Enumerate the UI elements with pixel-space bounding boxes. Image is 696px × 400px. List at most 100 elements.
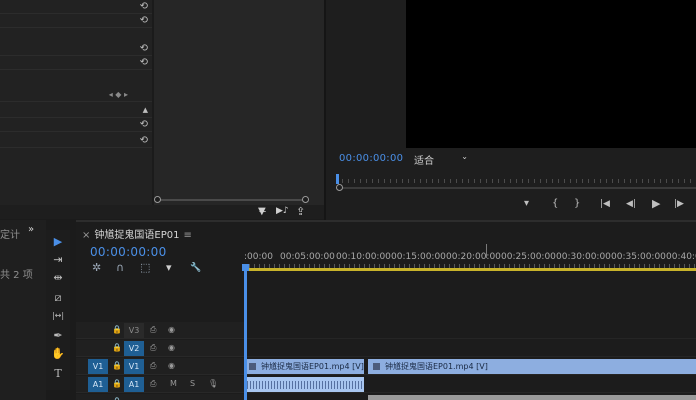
zoom-handle[interactable] xyxy=(336,184,343,191)
chevron-down-icon: ⌄ xyxy=(461,152,468,161)
pen-tool-icon[interactable]: ✒ xyxy=(50,328,66,344)
program-monitor: 00:00:00:00 适合 ⌄ ▾ { } |◀ ◀| ▶ |▶ xyxy=(326,0,696,220)
source-patch-v1[interactable]: V1 xyxy=(88,359,108,374)
reset-icon[interactable]: ⟲ xyxy=(140,118,148,131)
slip-tool-icon[interactable]: |↔| xyxy=(50,308,66,324)
add-marker-icon[interactable]: ▾ xyxy=(166,262,172,274)
timeline-marker[interactable] xyxy=(486,244,487,258)
scroll-end-handle[interactable] xyxy=(302,196,309,203)
lock-icon[interactable]: 🔒 xyxy=(112,324,122,336)
video-clip[interactable]: 钟馗捉鬼国语EP01.mp4 [V] xyxy=(368,359,696,374)
audio-clip[interactable] xyxy=(244,377,364,392)
lock-icon[interactable]: 🔒 xyxy=(112,342,122,354)
fx-row: ◂ ◆ ▸ xyxy=(0,88,152,102)
fx-row: ⟲ xyxy=(0,56,152,70)
mute-button[interactable]: M xyxy=(170,378,177,390)
eye-icon[interactable]: ◉ xyxy=(168,324,175,336)
ruler-tick-label: 00:30:00:00 xyxy=(556,252,611,262)
reset-icon[interactable]: ⟲ xyxy=(140,0,148,13)
sync-lock-icon[interactable]: ⎙ xyxy=(150,342,156,354)
fx-row: ⟲ xyxy=(0,0,152,14)
solo-button[interactable]: S xyxy=(190,378,195,390)
eye-icon[interactable]: ◉ xyxy=(168,342,175,354)
track-target-v3[interactable]: V3 xyxy=(124,323,144,338)
monitor-time-ruler[interactable] xyxy=(336,172,696,186)
mark-out-button[interactable]: } xyxy=(574,196,580,212)
reset-icon[interactable]: ⟲ xyxy=(140,14,148,27)
track-select-tool-icon[interactable]: ⇥ xyxy=(50,252,66,268)
collapse-arrow-icon[interactable]: ▲ xyxy=(143,104,148,117)
ruler-tick-label: 00:25:00:00 xyxy=(501,252,556,262)
share-icon[interactable]: ⇪ xyxy=(296,205,305,218)
monitor-zoom-bar[interactable] xyxy=(336,184,696,191)
track-lane-a2[interactable] xyxy=(244,394,696,400)
track-lane-v2[interactable] xyxy=(244,340,696,357)
tools-panel: ▶ ⇥ ⇹ ⧄ |↔| ✒ ✋ T xyxy=(46,230,70,390)
go-to-in-button[interactable]: |◀ xyxy=(600,196,610,212)
fx-footer: ▼̶ ▶♪ ⇪ xyxy=(0,205,324,219)
microphone-icon[interactable]: 🎙 xyxy=(208,378,218,390)
selection-tool-icon[interactable]: ▶ xyxy=(50,234,66,250)
track-header-v2: 🔒 V2 ⎙ ◉ xyxy=(76,340,244,357)
type-tool-icon[interactable]: T xyxy=(50,366,66,382)
transport-controls: ▾ { } |◀ ◀| ▶ |▶ xyxy=(516,196,696,214)
reset-icon[interactable]: ⟲ xyxy=(140,42,148,55)
play-button[interactable]: ▶ xyxy=(652,196,660,212)
menu-icon[interactable]: ≡ xyxy=(183,230,191,241)
work-area-bar[interactable] xyxy=(244,268,696,271)
keyframe-nav[interactable]: ◂ ◆ ▸ xyxy=(109,88,128,101)
track-target-v1[interactable]: V1 xyxy=(124,359,144,374)
nest-icon[interactable]: ✲ xyxy=(92,262,101,274)
snap-icon[interactable]: ∩ xyxy=(116,262,124,274)
sync-lock-icon[interactable]: ⎙ xyxy=(150,324,156,336)
lock-icon[interactable]: 🔒 xyxy=(112,378,122,390)
timeline-ruler[interactable]: :00:00 00:05:00:00 00:10:00:00 00:15:00:… xyxy=(244,248,696,272)
export-frame-icon[interactable]: ▶♪ xyxy=(276,206,289,216)
step-back-button[interactable]: ◀| xyxy=(626,196,636,212)
fx-row: ▲ xyxy=(0,104,152,118)
track-lane-a1[interactable] xyxy=(244,376,696,393)
track-target-a1[interactable]: A1 xyxy=(124,377,144,392)
effect-controls-panel: ⟲ ⟲ ⟲ ⟲ ◂ ◆ ▸ ▲ ⟲ ⟲ xyxy=(0,0,152,205)
lock-icon[interactable]: 🔒 xyxy=(112,360,122,372)
fx-row: ⟲ xyxy=(0,42,152,56)
filter-icon[interactable]: ▼̶ xyxy=(258,206,266,217)
track-lane-v1[interactable]: 钟馗捉鬼国语EP01.mp4 [V] 钟馗捉鬼国语EP01.mp4 [V] xyxy=(244,358,696,375)
wrench-icon[interactable]: 🔧 xyxy=(190,262,201,274)
panel-tab-label[interactable]: 定计 xyxy=(0,226,20,241)
mark-in-button[interactable]: { xyxy=(552,196,558,212)
add-marker-button[interactable]: ▾ xyxy=(524,196,529,212)
scroll-start-handle[interactable] xyxy=(154,196,161,203)
track-header-a1: A1 🔒 A1 ⎙ M S 🎙 xyxy=(76,376,244,393)
lock-icon[interactable]: 🔒 xyxy=(112,396,122,400)
monitor-playhead[interactable] xyxy=(336,174,339,184)
fx-zoom-scrollbar[interactable] xyxy=(154,195,310,205)
razor-tool-icon[interactable]: ⧄ xyxy=(50,290,66,306)
hand-tool-icon[interactable]: ✋ xyxy=(50,346,66,362)
fit-dropdown[interactable]: 适合 ⌄ xyxy=(414,152,472,167)
video-preview xyxy=(406,0,696,148)
linked-selection-icon[interactable]: ⬚ xyxy=(140,262,150,274)
source-patch-a1[interactable]: A1 xyxy=(88,377,108,392)
eye-icon[interactable]: ◉ xyxy=(168,360,175,372)
step-forward-button[interactable]: |▶ xyxy=(674,196,684,212)
timeline-timecode[interactable]: 00:00:00:00 xyxy=(90,245,167,259)
ripple-edit-tool-icon[interactable]: ⇹ xyxy=(50,270,66,286)
expand-panels-icon[interactable]: » xyxy=(28,224,34,235)
ruler-tick-label: :00:00 xyxy=(244,252,273,262)
sync-lock-icon[interactable]: ⎙ xyxy=(150,378,156,390)
monitor-timecode[interactable]: 00:00:00:00 xyxy=(339,153,403,164)
track-target-v2[interactable]: V2 xyxy=(124,341,144,356)
fx-row: ⟲ xyxy=(0,14,152,28)
reset-icon[interactable]: ⟲ xyxy=(140,134,148,147)
reset-icon[interactable]: ⟲ xyxy=(140,56,148,69)
sequence-tab[interactable]: × 钟馗捉鬼国语EP01 ≡ xyxy=(82,226,192,241)
track-lane-v3[interactable] xyxy=(244,322,696,339)
close-icon[interactable]: × xyxy=(82,230,90,241)
fx-badge-icon xyxy=(373,363,380,370)
audio-clip[interactable] xyxy=(368,395,696,400)
timeline-playhead[interactable] xyxy=(244,266,247,400)
sync-lock-icon[interactable]: ⎙ xyxy=(150,360,156,372)
clip-name: 钟馗捉鬼国语EP01.mp4 [V] xyxy=(261,362,364,371)
video-clip[interactable]: 钟馗捉鬼国语EP01.mp4 [V] xyxy=(244,359,364,374)
